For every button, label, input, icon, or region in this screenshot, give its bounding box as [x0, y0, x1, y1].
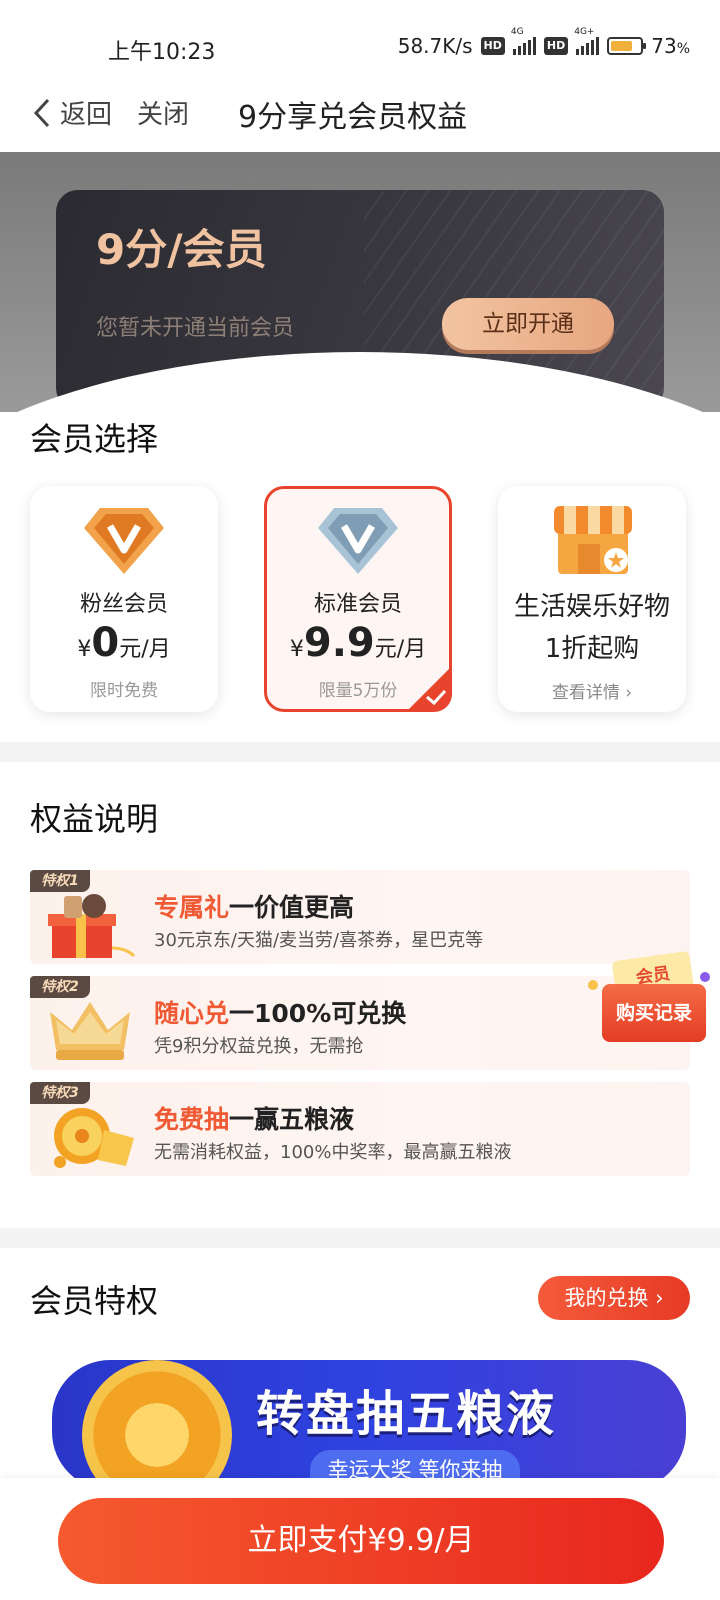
- network-type-1: 4G: [510, 27, 524, 37]
- price-value: 9.9: [303, 620, 375, 666]
- battery-icon: [607, 37, 647, 55]
- hero-section: 9分/会员 您暂未开通当前会员 立即开通: [0, 152, 720, 412]
- privileges-heading: 会员特权: [30, 1282, 159, 1320]
- battery-level: [611, 41, 632, 51]
- view-details-link[interactable]: 查看详情 ›: [498, 678, 686, 703]
- price-unit: 元/月: [119, 637, 171, 662]
- activate-button[interactable]: 立即开通: [442, 298, 614, 350]
- benefit-title: 专属礼一价值更高: [154, 888, 354, 924]
- confetti-icon: [700, 972, 710, 982]
- network-speed: 58.7K/s: [397, 34, 473, 58]
- page-title: 9分享兑会员权益: [238, 100, 468, 135]
- battery-percent: 73%: [651, 34, 690, 58]
- my-exchange-button[interactable]: 我的兑换 ›: [538, 1276, 690, 1320]
- pay-now-button[interactable]: 立即支付¥9.9/月: [58, 1498, 664, 1584]
- chevron-left-icon[interactable]: [30, 96, 54, 130]
- benefit-highlight: 随心兑: [154, 999, 230, 1028]
- membership-title: 9分/会员: [96, 225, 267, 274]
- benefit-desc: 无需消耗权益，100%中奖率，最高赢五粮液: [154, 1142, 512, 1163]
- section-divider: [0, 742, 720, 762]
- banner-title: 转盘抽五粮液: [256, 1386, 557, 1442]
- badge-label: 购买记录: [602, 984, 706, 1042]
- plan-name: 粉丝会员: [79, 592, 168, 617]
- benefit-item-3: 特权3 免费抽一赢五粮液 无需消耗权益，100%中奖率，最高赢五粮液: [30, 1082, 690, 1176]
- plan-name: 标准会员: [313, 592, 402, 617]
- nav-bar: 返回 关闭 9分享兑会员权益: [0, 92, 720, 152]
- status-bar: 上午10:23 58.7K/s HD 4G HD 4G+ 73%: [0, 0, 720, 92]
- benefit-desc: 30元京东/天猫/麦当劳/喜茶券，星巴克等: [154, 930, 484, 951]
- battery-unit: %: [676, 41, 690, 57]
- status-time: 上午10:23: [108, 40, 216, 65]
- plan-card-lifestyle[interactable]: 生活娱乐好物 1折起购 查看详情 ›: [498, 486, 686, 712]
- currency: ¥: [77, 637, 92, 662]
- benefit-highlight: 免费抽: [154, 1105, 230, 1134]
- plan-name: 生活娱乐好物: [513, 592, 670, 622]
- plan-price: ¥0元/月: [30, 620, 218, 666]
- status-indicators: 58.7K/s HD 4G HD 4G+ 73%: [397, 27, 690, 58]
- diamond-v-badge-icon: [318, 508, 398, 574]
- membership-status: 您暂未开通当前会员: [96, 316, 295, 341]
- plan-card-fan[interactable]: 粉丝会员 ¥0元/月 限时免费: [30, 486, 218, 712]
- purchase-record-badge[interactable]: 会员 购买记录: [584, 950, 714, 1066]
- section-divider: [0, 1228, 720, 1248]
- close-link[interactable]: 关闭: [137, 94, 189, 131]
- vip-crown-icon: [50, 1002, 130, 1060]
- shop-icon: [554, 506, 632, 574]
- chevron-right-icon: ›: [655, 1286, 664, 1310]
- price-unit: 元/月: [374, 637, 427, 662]
- chevron-right-icon: ›: [625, 683, 633, 703]
- prize-wheel-icon: [54, 1108, 134, 1168]
- bottom-bar: 立即支付¥9.9/月: [0, 1478, 720, 1600]
- hd-badge-1: HD: [480, 37, 505, 55]
- plan-card-standard[interactable]: 标准会员 ¥9.9元/月 限量5万份: [264, 486, 452, 712]
- benefit-title: 随心兑一100%可兑换: [154, 994, 406, 1030]
- plan-discount: 1折起购: [544, 634, 640, 664]
- confetti-icon: [588, 980, 598, 990]
- benefit-highlight: 专属礼: [154, 893, 230, 922]
- my-exchange-label: 我的兑换: [564, 1286, 649, 1310]
- benefit-rest: 一100%可兑换: [229, 999, 407, 1028]
- view-details-label: 查看详情: [551, 683, 620, 703]
- signal-icon-1: 4G: [511, 27, 536, 55]
- gift-box-icon: [48, 894, 136, 958]
- back-link[interactable]: 返回: [60, 94, 112, 131]
- hd-badge-2: HD: [543, 37, 569, 55]
- gold-v-badge-icon: [84, 508, 164, 574]
- benefit-rest: 一价值更高: [229, 893, 355, 922]
- plan-price: ¥9.9元/月: [267, 620, 449, 666]
- price-value: 0: [91, 620, 120, 666]
- network-type-2: 4G+: [574, 27, 595, 37]
- benefit-desc: 凭9积分权益兑换，无需抢: [154, 1036, 364, 1057]
- prize-wheel-icon: [82, 1360, 232, 1490]
- signal-icon-2: 4G+: [574, 27, 600, 55]
- benefit-rest: 一赢五粮液: [229, 1105, 355, 1134]
- benefits-heading: 权益说明: [30, 800, 159, 838]
- battery-value: 73: [651, 34, 677, 58]
- plans-heading: 会员选择: [30, 420, 159, 458]
- plan-note: 限时免费: [90, 681, 158, 701]
- wheel-lottery-banner[interactable]: 转盘抽五粮液 幸运大奖 等你来抽: [52, 1360, 686, 1490]
- currency: ¥: [289, 637, 304, 662]
- benefit-title: 免费抽一赢五粮液: [154, 1100, 354, 1136]
